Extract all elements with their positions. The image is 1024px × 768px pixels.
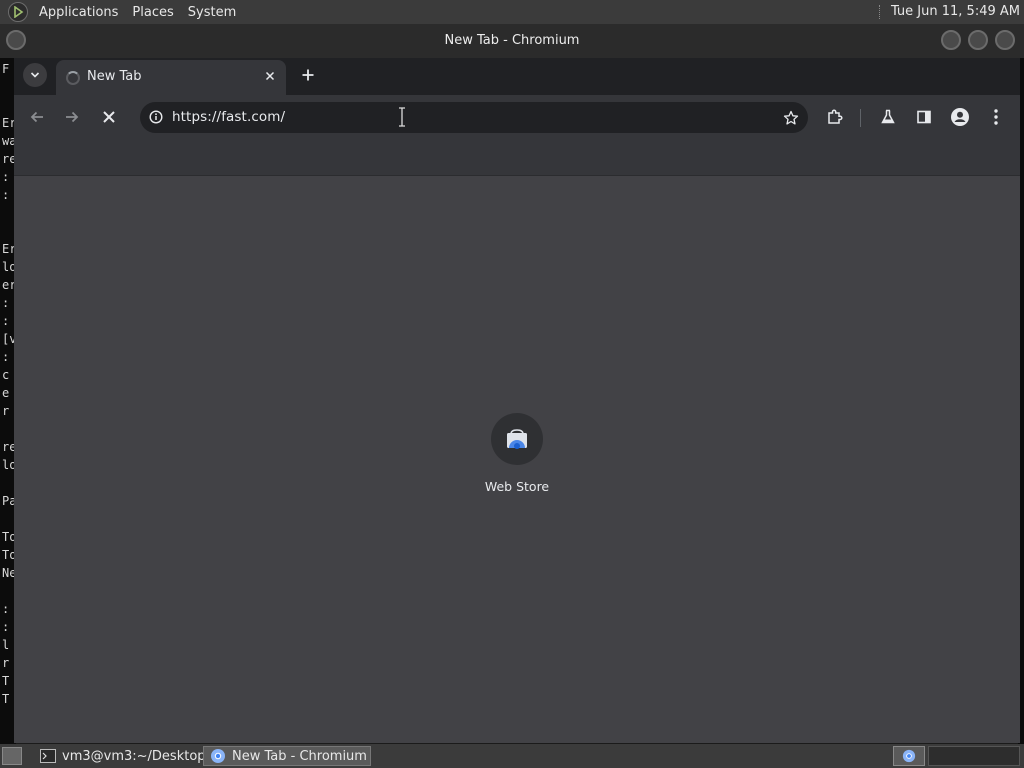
terminal-line: : [2, 188, 10, 202]
top-panel: Applications Places System Tue Jun 11, 5… [0, 0, 1024, 24]
clock-text: Tue Jun 11, 5:49 AM [890, 4, 1020, 19]
tab-title: New Tab [87, 69, 142, 84]
extensions-button[interactable] [821, 103, 849, 131]
terminal-line: e [2, 386, 10, 400]
menu-system[interactable]: System [181, 0, 243, 24]
back-button[interactable] [23, 103, 51, 131]
menu-applications[interactable]: Applications [32, 0, 125, 24]
info-icon [149, 110, 163, 124]
site-info-button[interactable] [145, 106, 167, 128]
bookmark-star-button[interactable] [778, 105, 804, 131]
close-icon [265, 71, 275, 81]
kebab-menu-icon [994, 109, 998, 125]
tab-close-button[interactable] [262, 68, 278, 84]
taskbar-item-chromium[interactable]: New Tab - Chromium [203, 746, 371, 766]
terminal-line: : [2, 314, 10, 328]
panel-separator [878, 5, 883, 19]
show-desktop-button[interactable] [2, 747, 22, 765]
browser-toolbar: https://fast.com/ [14, 95, 1020, 140]
stop-loading-button[interactable] [95, 103, 123, 131]
new-tab-button[interactable] [297, 64, 319, 86]
bookmarks-bar [14, 140, 1020, 176]
workspace-window-preview[interactable] [893, 746, 925, 766]
menu-places[interactable]: Places [125, 0, 180, 24]
account-circle-icon [951, 108, 969, 126]
workspace-switcher[interactable] [928, 746, 1020, 766]
maximize-button[interactable] [968, 30, 988, 50]
taskbar-item-terminal[interactable]: vm3@vm3:~/Desktop [34, 746, 206, 766]
terminal-line: l [2, 638, 10, 652]
taskbar-item-label: New Tab - Chromium [232, 748, 367, 764]
chromium-icon [902, 749, 916, 763]
tab-new-tab[interactable]: New Tab [56, 60, 286, 95]
tab-strip: New Tab [14, 58, 1020, 95]
arrow-right-icon [66, 111, 79, 123]
terminal-line: T [2, 692, 10, 706]
plus-icon [302, 69, 314, 81]
close-window-button[interactable] [995, 30, 1015, 50]
url-text[interactable]: https://fast.com/ [172, 109, 285, 125]
terminal-line: : [2, 296, 10, 310]
arrow-left-icon [30, 111, 43, 123]
shortcut-web-store[interactable]: Web Store [477, 413, 557, 503]
minimize-button[interactable] [941, 30, 961, 50]
puzzle-icon [828, 109, 843, 124]
terminal-line: r [2, 404, 10, 418]
terminal-icon [40, 749, 56, 763]
forward-button[interactable] [58, 103, 86, 131]
profile-button[interactable] [946, 103, 974, 131]
terminal-line: : [2, 620, 10, 634]
window-titlebar[interactable]: New Tab - Chromium [0, 24, 1024, 58]
flask-icon [881, 109, 895, 124]
desktop-screen: Applications Places System Tue Jun 11, 5… [0, 0, 1024, 768]
text-cursor-icon [398, 107, 406, 127]
distro-logo-icon[interactable] [8, 2, 28, 22]
terminal-line: r [2, 656, 10, 670]
webstore-icon [507, 429, 527, 449]
star-icon [783, 110, 799, 125]
terminal-line: c [2, 368, 10, 382]
toolbar-divider [860, 109, 861, 127]
close-icon [103, 111, 115, 123]
bottom-taskbar: vm3@vm3:~/Desktop New Tab - Chromium [0, 744, 1024, 768]
terminal-line: : [2, 602, 10, 616]
taskbar-item-label: vm3@vm3:~/Desktop [62, 748, 206, 764]
tab-search-button[interactable] [23, 63, 47, 87]
shortcut-label: Web Store [484, 479, 550, 494]
terminal-line: T [2, 674, 10, 688]
terminal-line: : [2, 170, 10, 184]
side-panel-icon [917, 110, 931, 124]
chromium-icon [210, 749, 226, 763]
terminal-line: F [2, 62, 10, 76]
terminal-line: : [2, 350, 10, 364]
side-panel-button[interactable] [910, 103, 938, 131]
shortcut-icon-circle [491, 413, 543, 465]
new-tab-page: Web Store [14, 176, 1020, 743]
chrome-labs-button[interactable] [874, 103, 902, 131]
loading-spinner-icon [66, 71, 80, 85]
chevron-down-icon [30, 72, 40, 78]
panel-clock[interactable]: Tue Jun 11, 5:49 AM [878, 0, 1020, 24]
browser-menu-button[interactable] [982, 103, 1010, 131]
address-bar[interactable]: https://fast.com/ [140, 102, 808, 133]
window-title: New Tab - Chromium [444, 33, 580, 48]
